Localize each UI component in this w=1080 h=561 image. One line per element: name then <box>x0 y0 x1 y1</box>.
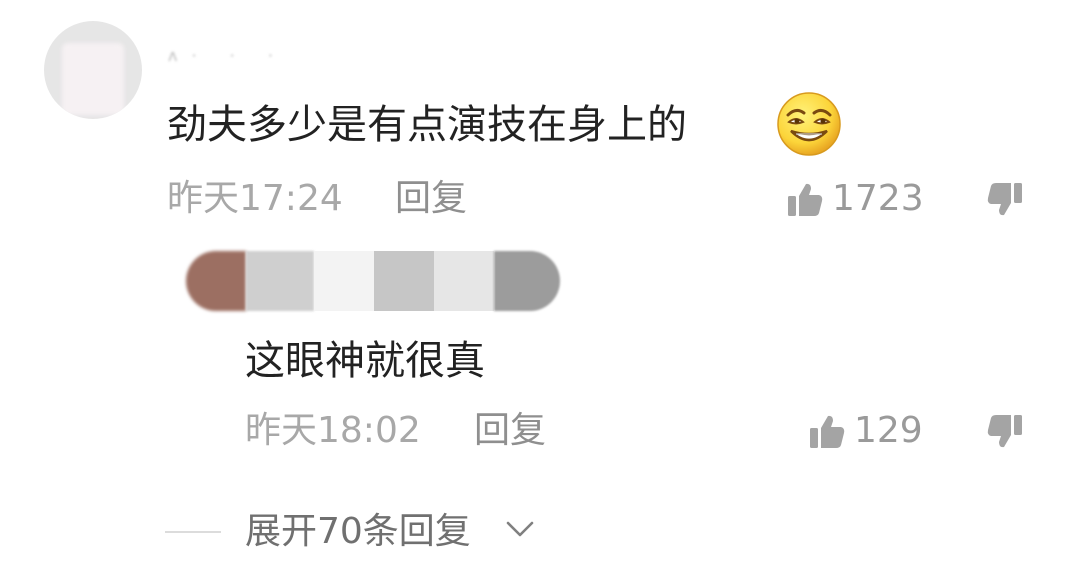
thumbs-down-icon[interactable] <box>986 180 1024 218</box>
reply-text: 这眼神就很真 <box>245 338 485 384</box>
reply-thumbs-down-icon[interactable] <box>986 412 1024 450</box>
grinning-squint-emoji-icon <box>777 92 841 156</box>
comment-text: 劲夫多少是有点演技在身上的 <box>167 102 687 148</box>
comment-timestamp: 昨天17:24 <box>167 178 343 219</box>
thumbs-up-icon[interactable] <box>786 181 824 219</box>
reply-timestamp: 昨天18:02 <box>245 410 421 451</box>
reply-button[interactable]: 回复 <box>395 177 467 221</box>
reply-username-censored[interactable] <box>186 251 560 311</box>
commenter-avatar[interactable] <box>44 21 142 119</box>
reply-thumbs-up-icon[interactable] <box>808 413 846 451</box>
chevron-down-icon[interactable] <box>504 517 536 541</box>
reply-reply-button[interactable]: 回复 <box>474 409 546 453</box>
like-count: 1723 <box>832 178 924 219</box>
expand-divider-line <box>165 531 221 533</box>
reply-like-count: 129 <box>854 410 923 451</box>
expand-replies-button[interactable]: 展开70条回复 <box>245 508 471 556</box>
commenter-username[interactable]: ʌ· · · <box>168 46 298 66</box>
